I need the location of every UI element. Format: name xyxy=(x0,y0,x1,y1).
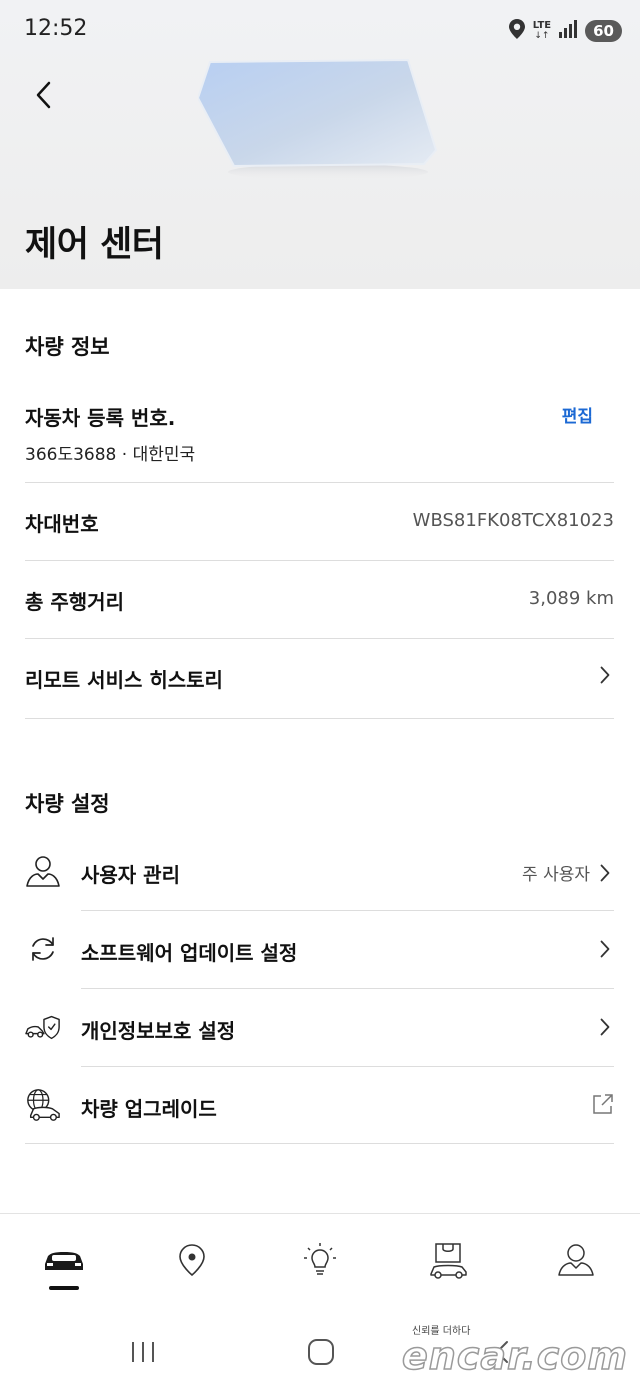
remote-service-history-row[interactable]: 리모트 서비스 히스토리 xyxy=(25,664,614,694)
settings-item-label: 사용자 관리 xyxy=(81,863,180,887)
control-display-image xyxy=(196,58,440,180)
divider xyxy=(25,638,614,639)
settings-item-vehicle-upgrade[interactable]: 차량 업그레이드 xyxy=(25,1087,614,1125)
divider xyxy=(81,910,614,911)
vin-label: 차대번호 xyxy=(25,512,99,536)
page-title: 제어 센터 xyxy=(25,225,164,265)
car-shield-icon xyxy=(25,1009,61,1045)
vehicle-info-title: 차량 정보 xyxy=(25,335,110,359)
external-link-icon xyxy=(593,1094,613,1114)
active-nav-indicator xyxy=(49,1286,79,1290)
settings-item-label: 개인정보보호 설정 xyxy=(81,1019,236,1043)
user-icon xyxy=(25,853,61,889)
edit-button[interactable]: 편집 xyxy=(562,402,593,427)
divider xyxy=(81,988,614,989)
nav-item-profile[interactable] xyxy=(512,1236,640,1284)
refresh-icon xyxy=(25,931,61,967)
divider xyxy=(25,560,614,561)
chevron-right-icon xyxy=(600,940,610,958)
settings-item-user-management[interactable]: 사용자 관리 주 사용자 xyxy=(25,853,614,891)
divider xyxy=(81,1066,614,1067)
battery-indicator: 60 xyxy=(585,20,622,42)
chevron-left-icon xyxy=(36,81,51,109)
divider xyxy=(25,718,614,719)
status-time: 12:52 xyxy=(24,16,88,41)
bottom-nav xyxy=(0,1213,640,1313)
mileage-label: 총 주행거리 xyxy=(25,590,124,614)
registration-value: 366도3688 · 대한민국 xyxy=(25,445,196,465)
settings-item-label: 차량 업그레이드 xyxy=(81,1097,217,1121)
signal-icon xyxy=(559,20,578,42)
recent-apps-icon xyxy=(132,1342,154,1362)
chevron-right-icon xyxy=(600,864,610,881)
mileage-value: 3,089 km xyxy=(528,588,614,609)
chevron-right-icon xyxy=(600,666,610,684)
vin-row: 차대번호 WBS81FK08TCX81023 xyxy=(25,508,614,538)
remote-history-label: 리모트 서비스 히스토리 xyxy=(25,668,223,692)
status-icons: LTE ↓↑ 60 xyxy=(508,18,622,44)
home-icon xyxy=(308,1339,334,1365)
settings-item-value: 주 사용자 xyxy=(522,865,590,885)
status-bar: 12:52 LTE ↓↑ 60 xyxy=(0,0,640,62)
shop-car-icon xyxy=(430,1243,467,1279)
registration-row: 자동차 등록 번호. 편집 366도3688 · 대한민국 xyxy=(25,402,614,466)
profile-icon xyxy=(558,1244,594,1276)
nav-item-shop[interactable] xyxy=(384,1236,512,1284)
nav-item-vehicle[interactable] xyxy=(0,1236,128,1284)
nav-item-map[interactable] xyxy=(128,1236,256,1284)
back-button[interactable] xyxy=(26,78,60,112)
globe-car-icon xyxy=(25,1087,61,1123)
vin-value: WBS81FK08TCX81023 xyxy=(412,510,614,531)
watermark-brand: encar.com xyxy=(401,1334,628,1378)
network-indicator: LTE ↓↑ xyxy=(532,20,552,42)
divider xyxy=(25,482,614,483)
mileage-row: 총 주행거리 3,089 km xyxy=(25,586,614,616)
settings-item-software-update[interactable]: 소프트웨어 업데이트 설정 xyxy=(25,931,614,969)
vehicle-settings-title: 차량 설정 xyxy=(25,792,110,816)
nav-item-inspiration[interactable] xyxy=(256,1236,384,1284)
lightbulb-icon xyxy=(304,1243,336,1275)
map-pin-icon xyxy=(179,1244,205,1277)
home-button[interactable] xyxy=(297,1335,345,1369)
recent-apps-button[interactable] xyxy=(119,1335,167,1369)
settings-item-label: 소프트웨어 업데이트 설정 xyxy=(81,941,298,965)
settings-item-privacy[interactable]: 개인정보보호 설정 xyxy=(25,1009,614,1047)
divider xyxy=(25,1143,614,1144)
header: 12:52 LTE ↓↑ 60 제어 센터 xyxy=(0,0,640,289)
location-icon xyxy=(508,19,525,43)
registration-label: 자동차 등록 번호. xyxy=(25,406,176,430)
car-icon xyxy=(45,1252,83,1270)
chevron-right-icon xyxy=(600,1018,610,1036)
watermark: 신뢰를 더하다 encar.com xyxy=(401,1322,628,1378)
